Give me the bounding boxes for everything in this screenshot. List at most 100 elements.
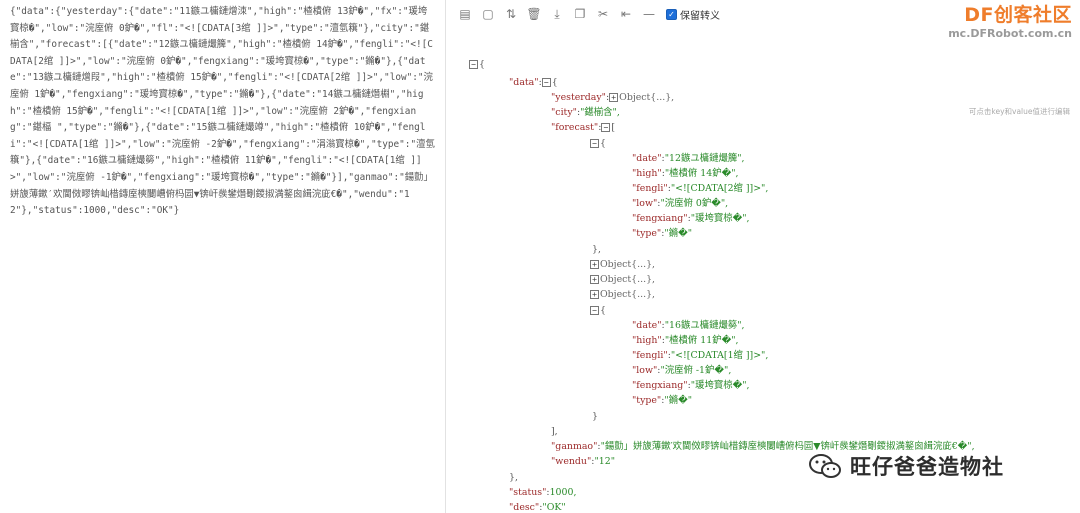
logo-title: DF创客社区 — [964, 4, 1072, 26]
tree-row: "forecast": −[ — [551, 122, 616, 133]
tree-row: −{ — [590, 303, 606, 318]
expand-toggle-icon[interactable]: + — [590, 260, 599, 269]
compress-icon[interactable]: ✂ — [595, 6, 611, 22]
collapse-toggle-icon[interactable]: − — [541, 78, 551, 87]
collapse-toggle-icon[interactable]: − — [590, 306, 599, 315]
value-high[interactable]: "楂樻俯 14鈩�", — [665, 168, 739, 179]
key-type[interactable]: "type" — [632, 395, 661, 406]
value-type[interactable]: "鏅�" — [664, 395, 692, 406]
value-date[interactable]: "16鏃ユ槦鏈熶簩", — [665, 320, 745, 331]
key-forecast[interactable]: "forecast" — [551, 122, 598, 133]
tree-row: "low":"浣庢俯 -1鈩�", — [632, 365, 732, 376]
collapse-toggle-icon[interactable]: − — [601, 123, 611, 132]
tree-row: −{ — [469, 57, 485, 72]
minus-icon[interactable]: — — [641, 6, 657, 22]
tree-row: "high":"楂樻俯 11鈩�", — [632, 335, 739, 346]
escape-icon[interactable]: ⇤ — [618, 6, 634, 22]
value-low[interactable]: "浣庢俯 -1鈩�", — [660, 365, 731, 376]
tree-row: "high":"楂樻俯 14鈩�", — [632, 168, 739, 179]
tree-row: "date":"16鏃ユ槦鏈熶簩", — [632, 320, 745, 331]
value-fengli[interactable]: "<![CDATA[2绾 ]]>", — [671, 183, 769, 194]
tree-row: } — [592, 411, 598, 422]
expand-toggle-icon[interactable]: + — [609, 93, 619, 102]
tree-row: "status":1000, — [509, 487, 577, 498]
collapsed-object[interactable]: Object{...}, — [619, 92, 674, 103]
value-fengxiang[interactable]: "瑗垮寳椋�", — [691, 380, 750, 391]
collapsed-object[interactable]: Object{...}, — [600, 259, 655, 270]
key-low[interactable]: "low" — [632, 198, 657, 209]
value-high[interactable]: "楂樻俯 11鈩�", — [665, 335, 739, 346]
value-wendu[interactable]: "12" — [594, 456, 615, 467]
json-tree-panel: ▤ ▢ ⇅ 🗑 ⤓ ❐ ✂ ⇤ — ✓ 保留转义 DF创客社区 mc.DFRob… — [447, 0, 1080, 513]
value-type[interactable]: "鏅�" — [664, 228, 692, 239]
value-status[interactable]: 1000, — [550, 487, 577, 498]
sort-icon[interactable]: ⇅ — [503, 6, 519, 22]
tree-row: + Object{...}, — [590, 287, 655, 302]
collapse-toggle-icon[interactable]: − — [590, 139, 599, 148]
value-fengli[interactable]: "<![CDATA[1绾 ]]>", — [671, 350, 769, 361]
watermark: 旺仔爸爸造物社 — [808, 451, 1004, 481]
key-date[interactable]: "date" — [632, 320, 662, 331]
tree-row: }, — [509, 472, 518, 483]
collapse-toggle-icon[interactable]: − — [469, 60, 478, 69]
key-high[interactable]: "high" — [632, 168, 662, 179]
tree-row: "data": −{ — [509, 77, 558, 88]
collapsed-object[interactable]: Object{...}, — [600, 289, 655, 300]
key-high[interactable]: "high" — [632, 335, 662, 346]
key-status[interactable]: "status" — [509, 487, 546, 498]
tree-row: "type":"鏅�" — [632, 228, 693, 239]
format-icon[interactable]: ▤ — [457, 6, 473, 22]
key-desc[interactable]: "desc" — [509, 502, 539, 513]
key-fengxiang[interactable]: "fengxiang" — [632, 380, 688, 391]
key-low[interactable]: "low" — [632, 365, 657, 376]
document-icon[interactable]: ▢ — [480, 6, 496, 22]
key-city[interactable]: "city" — [551, 107, 577, 118]
expand-toggle-icon[interactable]: + — [590, 290, 599, 299]
keep-escape-label: 保留转义 — [680, 10, 720, 22]
wechat-icon — [809, 454, 841, 478]
key-date[interactable]: "date" — [632, 153, 662, 164]
key-wendu[interactable]: "wendu" — [551, 456, 591, 467]
value-desc[interactable]: "OK" — [542, 502, 565, 513]
tree-row: "fengxiang":"瑗垮寳椋�", — [632, 380, 750, 391]
tree-row: −{ — [590, 136, 606, 151]
value-low[interactable]: "浣庢俯 0鈩�", — [660, 198, 728, 209]
brace: { — [479, 59, 485, 70]
collapsed-object[interactable]: Object{...}, — [600, 274, 655, 285]
tree-row: }, — [592, 244, 601, 255]
raw-json-panel[interactable]: {"data":{"yesterday":{"date":"11鏃ユ槦鏈熷洓",… — [0, 0, 446, 513]
expand-toggle-icon[interactable]: + — [590, 275, 599, 284]
tree-row: + Object{...}, — [590, 257, 655, 272]
logo-url: mc.DFRobot.com.cn — [948, 27, 1072, 40]
tree-row: "fengli":"<![CDATA[2绾 ]]>", — [632, 183, 769, 194]
tree-row: "wendu":"12" — [551, 456, 616, 467]
key-data[interactable]: "data" — [509, 77, 539, 88]
watermark-text: 旺仔爸爸造物社 — [850, 455, 1004, 479]
raw-json-text[interactable]: {"data":{"yesterday":{"date":"11鏃ユ槦鏈熷洓",… — [10, 4, 435, 220]
tree-row: "type":"鏅�" — [632, 395, 693, 406]
edit-hint: 可点击key和value值进行编辑 — [968, 107, 1070, 116]
checkbox-checked-icon[interactable]: ✓ — [666, 8, 677, 20]
tree-row: "yesterday": + Object{...}, — [551, 92, 675, 103]
tree-row: + Object{...}, — [590, 272, 655, 287]
tree-row: ], — [551, 426, 558, 437]
key-type[interactable]: "type" — [632, 228, 661, 239]
value-city[interactable]: "鍖椾含", — [580, 107, 620, 118]
key-fengli[interactable]: "fengli" — [632, 183, 668, 194]
tree-row: "date":"12鏃ユ槦鏈熶簲", — [632, 153, 745, 164]
value-fengxiang[interactable]: "瑗垮寳椋�", — [691, 213, 750, 224]
delete-icon[interactable]: 🗑 — [526, 6, 542, 22]
key-fengxiang[interactable]: "fengxiang" — [632, 213, 688, 224]
tree-row: "low":"浣庢俯 0鈩�", — [632, 198, 729, 209]
keep-escape-checkbox[interactable]: ✓ 保留转义 — [666, 7, 720, 22]
download-icon[interactable]: ⤓ — [549, 6, 565, 22]
site-logo: DF创客社区 mc.DFRobot.com.cn — [948, 3, 1072, 41]
tree-row: "fengxiang":"瑗垮寳椋�", — [632, 213, 750, 224]
tree-row: "desc":"OK" — [509, 502, 566, 513]
key-ganmao[interactable]: "ganmao" — [551, 441, 597, 452]
copy-icon[interactable]: ❐ — [572, 6, 588, 22]
key-yesterday[interactable]: "yesterday" — [551, 92, 606, 103]
key-fengli[interactable]: "fengli" — [632, 350, 668, 361]
tree-row: "city":"鍖椾含", — [551, 107, 620, 118]
value-date[interactable]: "12鏃ユ槦鏈熶簲", — [665, 153, 745, 164]
